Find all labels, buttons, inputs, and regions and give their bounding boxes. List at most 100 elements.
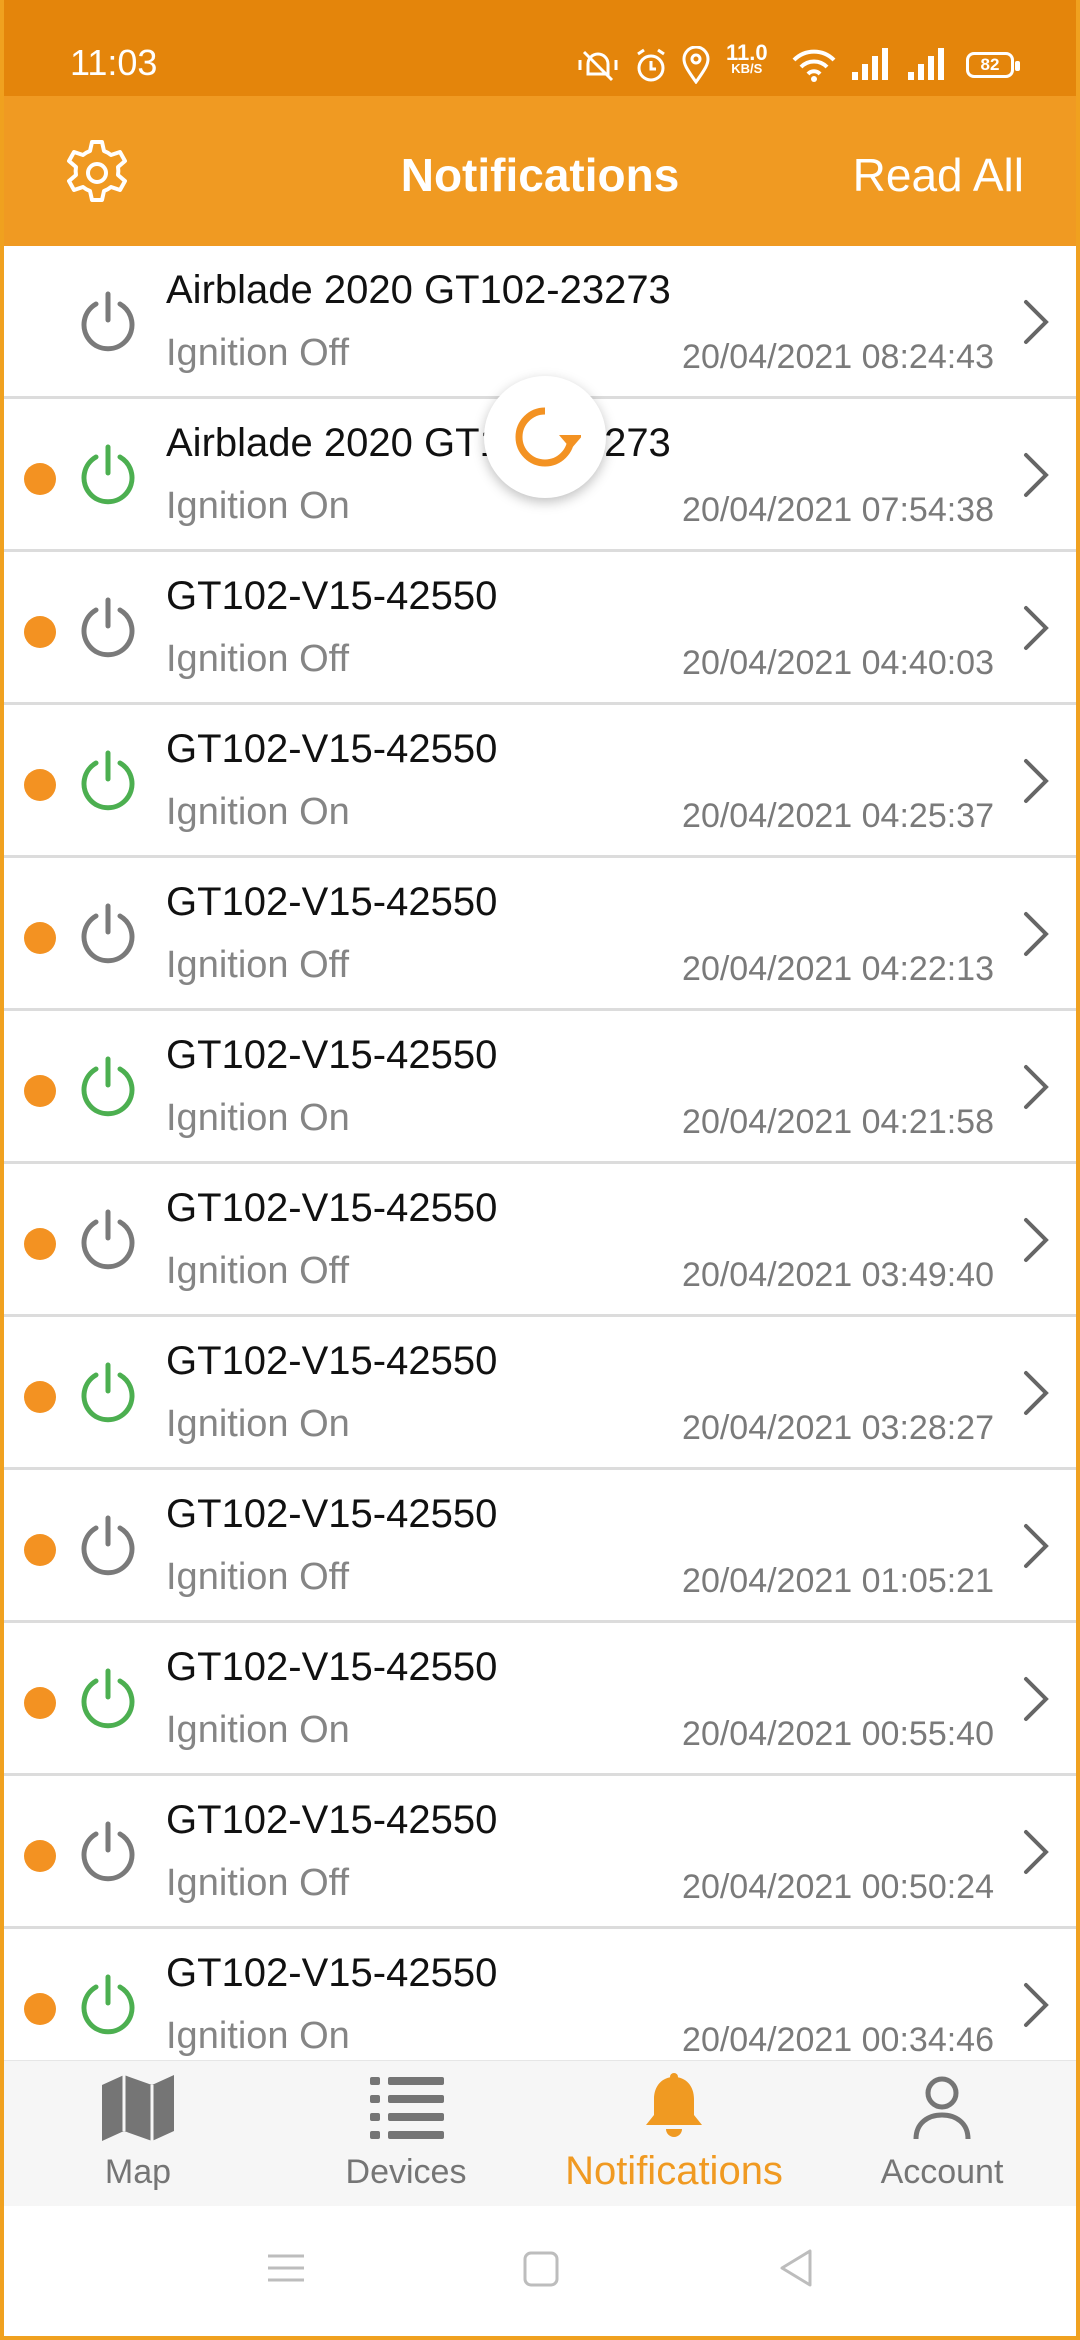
net-speed-unit: KB/S [731, 61, 763, 76]
signal-icon [852, 48, 888, 80]
device-name: GT102-V15-42550 [166, 1951, 498, 1995]
event-timestamp: 20/04/2021 03:28:27 [682, 1409, 994, 1447]
mute-icon [578, 50, 618, 82]
power-icon [81, 903, 135, 964]
power-icon [81, 1056, 135, 1117]
notification-list[interactable]: Airblade 2020 GT102-23273 Ignition Off 20/… [4, 246, 1076, 2060]
battery-icon: 82 [966, 52, 1020, 78]
event-timestamp: 20/04/2021 04:25:37 [682, 797, 994, 835]
device-name: GT102-V15-42550 [166, 1645, 498, 1689]
device-name: GT102-V15-42550 [166, 1492, 498, 1536]
device-name: GT102-V15-42550 [166, 1339, 498, 1383]
power-icon [81, 750, 135, 811]
device-name: GT102-V15-42550 [166, 727, 498, 771]
alarm-icon [637, 48, 665, 82]
event-timestamp: 20/04/2021 00:50:24 [682, 1868, 994, 1906]
system-nav-bar [4, 2206, 1076, 2336]
event-status: Ignition On [166, 1097, 350, 1139]
map-icon [102, 2075, 174, 2141]
refresh-icon [515, 407, 581, 467]
chevron-right-icon [1024, 1830, 1049, 1874]
device-name: GT102-V15-42550 [166, 1798, 498, 1842]
app-header: Notifications Read All [4, 96, 1076, 246]
notification-row[interactable]: GT102-V15-42550 Ignition On 20/04/2021 00:… [4, 1623, 1076, 1776]
event-status: Ignition On [166, 1403, 350, 1445]
device-name: GT102-V15-42550 [166, 880, 498, 924]
back-icon[interactable] [778, 2248, 814, 2288]
device-name: GT102-V15-42550 [166, 574, 498, 618]
chevron-right-icon [1024, 1677, 1049, 1721]
signal-icon [908, 48, 944, 80]
event-status: Ignition Off [166, 332, 350, 374]
event-timestamp: 20/04/2021 08:24:43 [682, 338, 994, 376]
event-status: Ignition On [166, 2015, 350, 2057]
home-icon[interactable] [522, 2250, 560, 2288]
chevron-right-icon [1024, 1983, 1049, 2027]
chevron-right-icon [1024, 453, 1049, 497]
nav-map-label: Map [104, 2153, 172, 2191]
notification-row[interactable]: GT102-V15-42550 Ignition On 20/04/2021 04:… [4, 1011, 1076, 1164]
power-icon [81, 1209, 135, 1270]
chevron-right-icon [1024, 606, 1049, 650]
unread-dot [24, 1993, 56, 2025]
nav-notifications[interactable]: Notifications [540, 2061, 808, 2207]
chevron-right-icon [1024, 1524, 1049, 1568]
chevron-right-icon [1024, 1371, 1049, 1415]
power-icon [81, 291, 135, 352]
unread-dot [24, 1381, 56, 1413]
power-icon [81, 597, 135, 658]
power-icon [81, 1668, 135, 1729]
person-icon [913, 2076, 971, 2140]
read-all-button[interactable]: Read All [853, 148, 1024, 202]
notification-row[interactable]: GT102-V15-42550 Ignition Off 20/04/2021 00… [4, 1776, 1076, 1929]
wifi-icon [792, 49, 836, 82]
status-bar: 11:03 11.0 KB/S 82 [4, 0, 1076, 96]
notification-row[interactable]: GT102-V15-42550 Ignition On 20/04/2021 04:… [4, 705, 1076, 858]
notification-row[interactable]: GT102-V15-42550 Ignition Off 20/04/2021 04… [4, 552, 1076, 705]
event-status: Ignition Off [166, 1862, 350, 1904]
event-status: Ignition Off [166, 638, 350, 680]
event-timestamp: 20/04/2021 03:49:40 [682, 1256, 994, 1294]
notification-row[interactable]: GT102-V15-42550 Ignition Off 20/04/2021 04… [4, 858, 1076, 1011]
power-icon [81, 1362, 135, 1423]
nav-account[interactable]: Account [808, 2061, 1076, 2207]
chevron-right-icon [1024, 300, 1049, 344]
power-icon [81, 1974, 135, 2035]
device-name: GT102-V15-42550 [166, 1033, 498, 1077]
chevron-right-icon [1024, 912, 1049, 956]
net-speed-value: 11.0 [726, 40, 768, 65]
app-frame: 11:03 11.0 KB/S 82 Notifications Read Al… [4, 0, 1076, 2336]
chevron-right-icon [1024, 759, 1049, 803]
unread-dot [24, 1075, 56, 1107]
device-name: Airblade 2020 GT102-23273 [166, 268, 671, 312]
event-timestamp: 20/04/2021 04:21:58 [682, 1103, 994, 1141]
event-status: Ignition Off [166, 944, 350, 986]
chevron-right-icon [1024, 1218, 1049, 1262]
event-timestamp: 20/04/2021 04:22:13 [682, 950, 994, 988]
notification-row[interactable]: GT102-V15-42550 Ignition On 20/04/2021 03:… [4, 1317, 1076, 1470]
refresh-indicator [484, 376, 606, 498]
event-timestamp: 20/04/2021 04:40:03 [682, 644, 994, 682]
nav-devices[interactable]: Devices [272, 2061, 540, 2207]
unread-dot [24, 922, 56, 954]
notification-row[interactable]: GT102-V15-42550 Ignition On 20/04/2021 00:… [4, 1929, 1076, 2060]
unread-dot [24, 1840, 56, 1872]
bottom-nav: Map Devices Notifications Account [4, 2060, 1076, 2206]
menu-icon[interactable] [266, 2252, 306, 2284]
power-icon [81, 1821, 135, 1882]
nav-notifications-label: Notifications [565, 2149, 783, 2193]
event-timestamp: 20/04/2021 07:54:38 [682, 491, 994, 529]
unread-dot [24, 1534, 56, 1566]
notification-row[interactable]: GT102-V15-42550 Ignition Off 20/04/2021 03… [4, 1164, 1076, 1317]
nav-devices-label: Devices [345, 2153, 467, 2191]
event-status: Ignition Off [166, 1250, 350, 1292]
nav-map[interactable]: Map [4, 2061, 272, 2207]
unread-dot [24, 616, 56, 648]
unread-dot [24, 1228, 56, 1260]
clock: 11:03 [70, 42, 158, 83]
power-icon [81, 444, 135, 505]
device-name: GT102-V15-42550 [166, 1186, 498, 1230]
chevron-right-icon [1024, 1065, 1049, 1109]
event-status: Ignition On [166, 791, 350, 833]
notification-row[interactable]: GT102-V15-42550 Ignition Off 20/04/2021 01… [4, 1470, 1076, 1623]
